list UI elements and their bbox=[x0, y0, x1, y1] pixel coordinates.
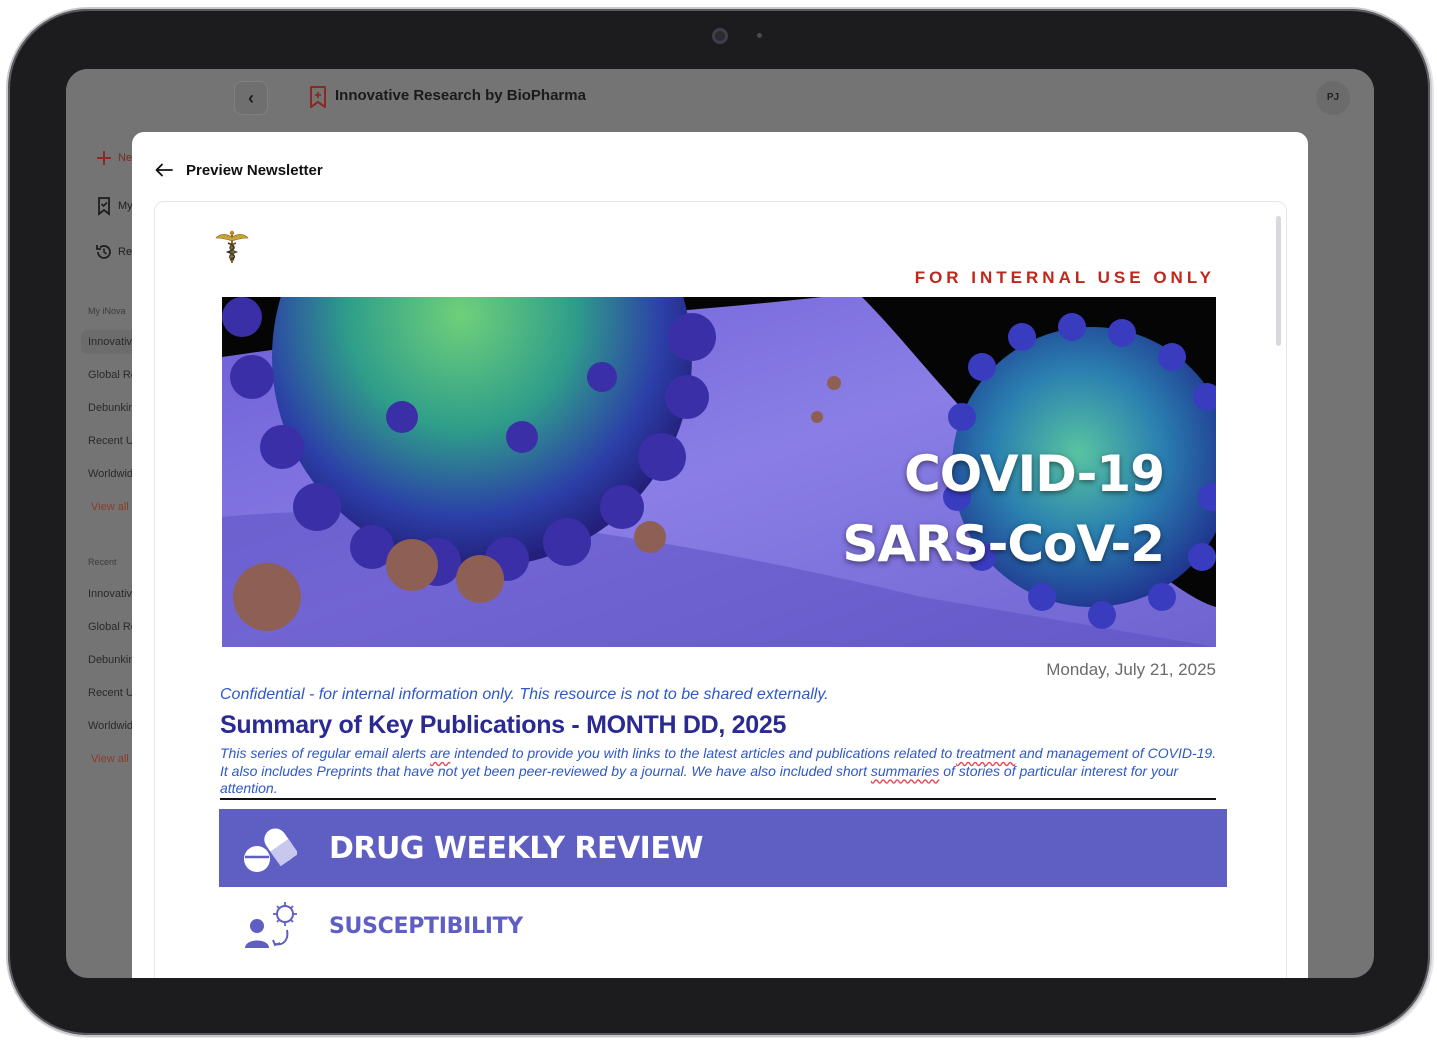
subsection-title: SUSCEPTIBILITY bbox=[329, 914, 523, 939]
sidebar-view-all-my[interactable]: View all bbox=[91, 501, 132, 513]
scrollbar[interactable] bbox=[1276, 216, 1281, 346]
sidebar-action-new[interactable]: New bbox=[118, 152, 132, 164]
top-bar: ‹ Innovative Research by BioPharma PJ bbox=[66, 69, 1374, 126]
preview-newsletter-modal: Preview Newsletter FOR INTERNAL USE ONLY bbox=[132, 132, 1308, 978]
covid-banner-image: COVID-19 SARS-CoV-2 bbox=[222, 297, 1216, 647]
history-icon[interactable] bbox=[94, 242, 114, 262]
sidebar-action-recent[interactable]: Recent bbox=[118, 246, 132, 258]
sidebar-recent-item[interactable]: Debunking bbox=[88, 654, 132, 666]
summary-title: Summary of Key Publications - MONTH DD, … bbox=[220, 711, 787, 739]
newsletter-preview[interactable]: FOR INTERNAL USE ONLY COVID-19 SARS-CoV-… bbox=[154, 201, 1287, 978]
confidential-notice: Confidential - for internal information … bbox=[220, 686, 829, 703]
susceptibility-icon bbox=[245, 902, 297, 948]
newsletter-date: Monday, July 21, 2025 bbox=[1046, 660, 1216, 679]
summary-text: This series of regular email alerts bbox=[220, 745, 431, 761]
sidebar-action-my[interactable]: My bbox=[118, 200, 132, 212]
sidebar-item-innovative[interactable]: Innovative Research bbox=[81, 330, 132, 354]
sidebar: New My Recent My iNova Innovative Resear… bbox=[66, 126, 132, 978]
drug-weekly-review-band: DRUG WEEKLY REVIEW bbox=[219, 809, 1227, 887]
sidebar-item-recent-updates[interactable]: Recent Updates bbox=[88, 435, 132, 447]
spellcheck-word: summaries bbox=[870, 762, 940, 779]
bookmark-icon[interactable] bbox=[94, 196, 114, 216]
summary-body: This series of regular email alerts are … bbox=[220, 745, 1220, 798]
app-screen: ‹ Innovative Research by BioPharma PJ Ne… bbox=[66, 69, 1374, 978]
back-button[interactable]: ‹ bbox=[234, 81, 268, 115]
sidebar-item-debunking[interactable]: Debunking bbox=[88, 402, 132, 414]
summary-text: intended to provide you with links to th… bbox=[450, 745, 957, 761]
workspace-title: Innovative Research by BioPharma bbox=[335, 87, 586, 104]
sidebar-view-all-recent[interactable]: View all bbox=[91, 753, 132, 765]
divider bbox=[220, 798, 1216, 800]
camera-icon bbox=[712, 28, 728, 44]
section-title: DRUG WEEKLY REVIEW bbox=[329, 831, 703, 866]
banner-line-1: COVID-19 bbox=[904, 445, 1165, 503]
sidebar-item-worldwide[interactable]: Worldwide bbox=[88, 468, 132, 480]
spellcheck-word: treatment bbox=[956, 745, 1016, 761]
spellcheck-word: are bbox=[430, 745, 451, 761]
sidebar-recent-item[interactable]: Innovative Research bbox=[88, 588, 132, 600]
sidebar-section-my: My iNova bbox=[88, 306, 126, 316]
avatar[interactable]: PJ bbox=[1316, 81, 1350, 115]
modal-title: Preview Newsletter bbox=[186, 161, 323, 179]
sidebar-section-recent: Recent bbox=[88, 557, 117, 567]
modal-header: Preview Newsletter bbox=[154, 160, 323, 180]
banner-line-2: SARS-CoV-2 bbox=[842, 515, 1165, 573]
pills-icon bbox=[244, 828, 297, 872]
arrow-left-icon[interactable] bbox=[154, 162, 174, 178]
sidebar-recent-item[interactable]: Worldwide bbox=[88, 720, 132, 732]
internal-use-label: FOR INTERNAL USE ONLY bbox=[914, 268, 1215, 287]
bookmark-plus-icon bbox=[310, 86, 326, 108]
caduceus-logo-icon bbox=[215, 230, 249, 263]
sensor-dot bbox=[757, 33, 762, 38]
sidebar-recent-item[interactable]: Recent Updates bbox=[88, 687, 132, 699]
sidebar-recent-item[interactable]: Global Research bbox=[88, 621, 132, 633]
sidebar-item-global[interactable]: Global Research bbox=[88, 369, 132, 381]
plus-icon[interactable] bbox=[94, 148, 114, 168]
